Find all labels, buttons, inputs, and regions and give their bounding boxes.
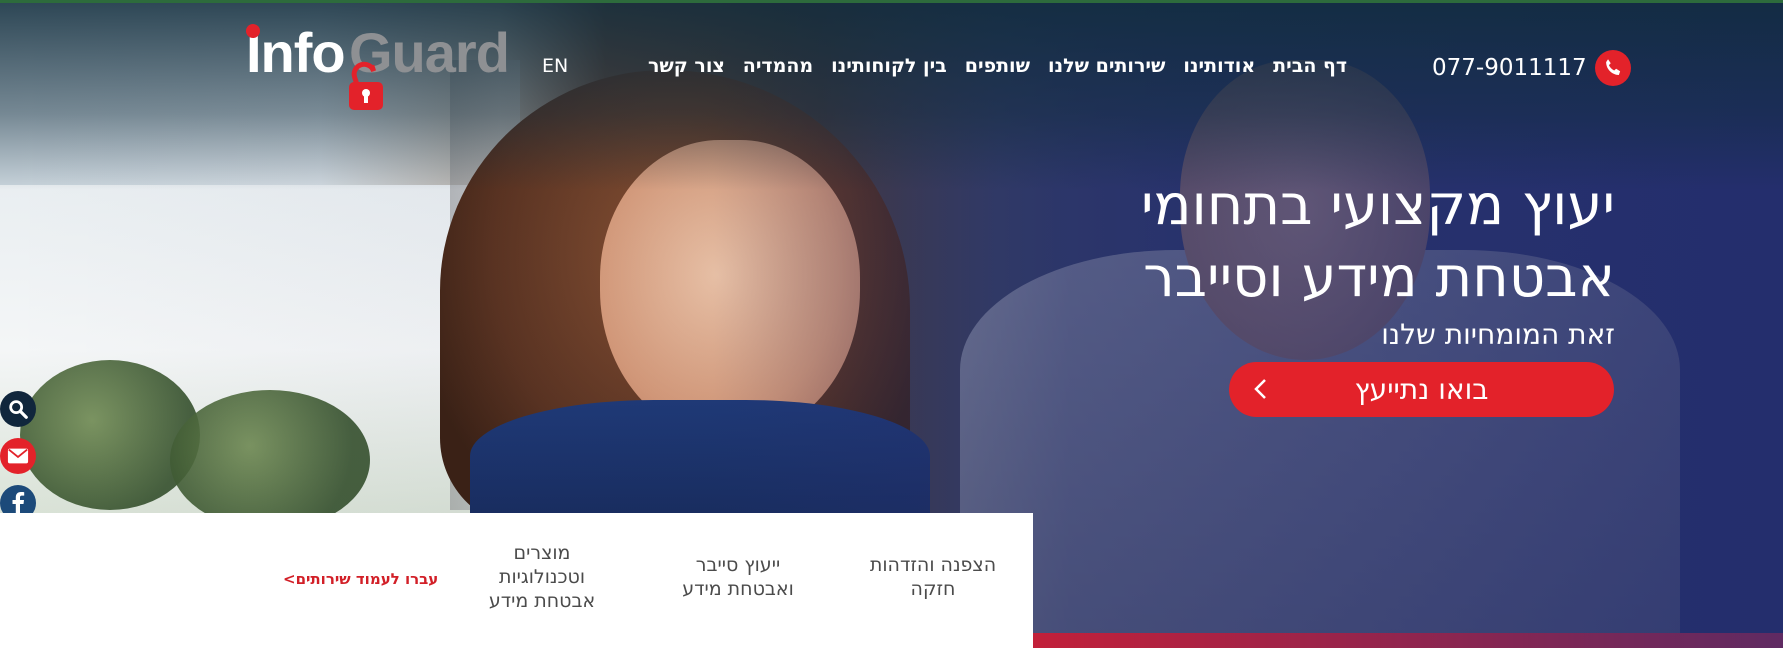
hero-title-line1: יעוץ מקצועי בתחומי [1140, 173, 1615, 238]
service-products-line3: אבטחת מידע [488, 590, 596, 612]
language-switch-en[interactable]: EN [542, 55, 568, 77]
mail-icon[interactable] [0, 438, 36, 474]
bottom-accent-bar [1033, 633, 1783, 648]
consult-button[interactable]: בואו נתייעץ [1229, 362, 1614, 417]
service-encryption-line1: הצפנה והזדהות [869, 554, 997, 576]
nav-contact[interactable]: צור קשר [648, 55, 725, 77]
lock-icon [349, 61, 383, 110]
hero-subtitle: זאת המומחיות שלנו [1381, 318, 1615, 351]
phone-icon[interactable] [1594, 50, 1631, 86]
top-accent-line [0, 0, 1783, 3]
nav-clients[interactable]: בין לקוחותינו [831, 55, 947, 77]
service-encryption[interactable]: הצפנה והזדהות חזקה [858, 553, 1008, 601]
hero-title-line2: אבטחת מידע וסייבר [1143, 245, 1615, 310]
service-consulting-line1: ייעוץ סייבר [695, 554, 781, 576]
logo-text-info: Info [246, 21, 346, 84]
service-consulting-line2: ואבטחת מידע [682, 578, 794, 600]
nav-home[interactable]: דף הבית [1273, 55, 1347, 77]
nav-services[interactable]: שירותים שלנו [1048, 55, 1165, 77]
nav-partners[interactable]: שותפים [965, 55, 1030, 77]
service-products[interactable]: מוצרים וטכנולוגיות אבטחת מידע [472, 541, 612, 613]
chevron-left-icon [1254, 379, 1266, 399]
services-page-link[interactable]: עברו לעמוד שירותים> [283, 570, 438, 588]
nav-about[interactable]: אודותינו [1183, 55, 1255, 77]
service-products-line2: וטכנולוגיות [498, 566, 586, 588]
service-products-line1: מוצרים [513, 542, 571, 564]
main-nav: דף הבית אודותינו שירותים שלנו שותפים בין… [648, 55, 1347, 77]
infoguard-logo[interactable]: Info Guard [246, 22, 516, 112]
phone-number[interactable]: 077-9011117 [1432, 55, 1587, 81]
service-encryption-line2: חזקה [910, 578, 956, 600]
service-cyber-consulting[interactable]: ייעוץ סייבר ואבטחת מידע [668, 553, 808, 601]
logo-dot [246, 24, 260, 38]
phone-contact[interactable]: 077-9011117 [1432, 50, 1631, 86]
services-strip: הצפנה והזדהות חזקה ייעוץ סייבר ואבטחת מי… [0, 513, 1033, 648]
consult-button-label: בואו נתייעץ [1354, 373, 1489, 406]
hero-title: יעוץ מקצועי בתחומי אבטחת מידע וסייבר [1055, 170, 1615, 314]
nav-media[interactable]: מהמדיה [743, 55, 813, 77]
search-icon[interactable] [0, 391, 36, 427]
